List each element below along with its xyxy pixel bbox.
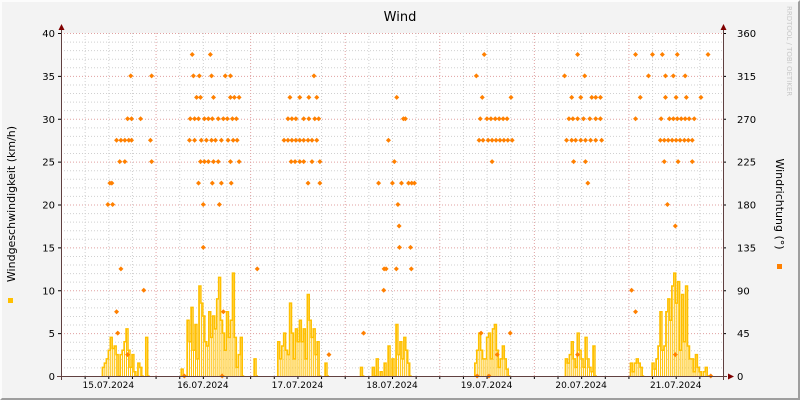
speed-bar: [193, 350, 195, 376]
speed-bar: [494, 324, 496, 376]
speed-bar: [683, 341, 685, 376]
speed-bar: [589, 367, 591, 376]
speed-bar: [488, 333, 490, 376]
speed-bar: [689, 358, 691, 376]
speed-bar: [206, 345, 208, 376]
speed-bar: [661, 350, 663, 376]
speed-bar: [279, 358, 281, 376]
speed-bar: [638, 363, 640, 376]
x-tick-label: 21.07.2024: [650, 381, 702, 391]
speed-bar: [675, 303, 677, 376]
y2-tick-label: 360: [737, 29, 756, 40]
speed-bar: [482, 358, 484, 376]
y-tick-label: 40: [42, 29, 55, 40]
speed-bar: [669, 320, 671, 376]
speed-bar: [222, 333, 224, 376]
x-tick-label: 16.07.2024: [177, 381, 229, 391]
y2-tick-label: 225: [737, 158, 756, 169]
y-tick-label: 0: [49, 372, 55, 383]
speed-bar: [691, 358, 693, 376]
y2-tick-label: 135: [737, 243, 756, 254]
speed-bar: [575, 367, 577, 376]
speed-bar: [583, 367, 585, 376]
speed-bar: [210, 337, 212, 376]
direction-legend-swatch: [777, 264, 782, 269]
speed-bar: [407, 363, 409, 376]
x-tick-label: 20.07.2024: [555, 381, 607, 391]
speed-bar: [228, 337, 230, 376]
speed-bar: [401, 358, 403, 376]
speed-bar: [581, 358, 583, 376]
speed-bar: [200, 303, 202, 376]
speed-bar: [484, 358, 486, 376]
speed-bar: [297, 341, 299, 376]
speed-bar: [654, 369, 656, 376]
speed-bar: [220, 320, 222, 376]
speed-bar: [234, 337, 236, 376]
y2-tick-label: 0: [737, 372, 743, 383]
y-tick-label: 25: [42, 158, 55, 169]
y-tick-label: 15: [42, 243, 55, 254]
y-axis-arrow-icon: [58, 24, 65, 30]
speed-bar: [397, 354, 399, 376]
speed-bar: [112, 348, 114, 376]
y-tick-label: 20: [42, 201, 55, 212]
x-tick-label: 17.07.2024: [272, 381, 324, 391]
speed-bar: [224, 350, 226, 376]
speed-bar: [293, 358, 295, 376]
speed-bar: [196, 358, 198, 376]
speed-bar: [490, 358, 492, 376]
speed-bar: [291, 333, 293, 376]
speed-bar: [506, 369, 508, 376]
speed-bar: [679, 350, 681, 376]
speed-bar: [567, 363, 569, 376]
watermark: RRDTOOL / TOBI OETIKER: [785, 6, 793, 96]
speed-bar: [673, 273, 675, 376]
speed-bar: [236, 367, 238, 376]
y2-axis-arrow-icon: [720, 24, 727, 30]
y-tick-label: 5: [49, 329, 55, 340]
speed-bar: [697, 367, 699, 376]
speed-bar: [480, 350, 482, 376]
speed-bar: [309, 320, 311, 376]
speed-bar: [204, 341, 206, 376]
speed-bar: [287, 354, 289, 376]
speed-bar: [587, 358, 589, 376]
speed-bar: [214, 328, 216, 376]
speed-bar: [315, 354, 317, 376]
speed-bar: [405, 350, 407, 376]
speed-bar: [305, 358, 307, 376]
speed-bar: [139, 367, 141, 376]
y2-tick-label: 180: [737, 201, 756, 212]
y2-tick-label: 45: [737, 329, 750, 340]
speed-bar: [311, 337, 313, 376]
speed-bar: [640, 367, 642, 376]
speed-bar: [285, 350, 287, 376]
y2-tick-label: 270: [737, 115, 756, 126]
y-tick-label: 30: [42, 115, 55, 126]
x-tick-label: 18.07.2024: [366, 381, 418, 391]
y2-tick-label: 90: [737, 286, 750, 297]
y-axis-label: Windgeschwindigkeit (km/h): [5, 126, 18, 282]
y-tick-label: 10: [42, 286, 55, 297]
speed-bar: [189, 341, 191, 376]
speed-bar: [114, 345, 116, 376]
speed-bar: [498, 367, 500, 376]
y-tick-label: 35: [42, 72, 55, 83]
speed-bar: [687, 345, 689, 376]
speed-bar: [202, 315, 204, 376]
wind-chart: Wind Windgeschwindigkeit (km/h) Windrich…: [5, 6, 793, 391]
y2-axis-label: Windrichtung (°): [773, 158, 786, 249]
speed-bar: [116, 354, 118, 376]
speed-bar: [301, 341, 303, 376]
speed-bar: [504, 358, 506, 376]
y2-tick-label: 315: [737, 72, 756, 83]
speed-bar: [573, 358, 575, 376]
x-tick-label: 15.07.2024: [83, 381, 135, 391]
chart-title: Wind: [384, 10, 417, 25]
speed-legend-swatch: [8, 298, 13, 303]
speed-bar: [129, 367, 131, 376]
x-axis-arrow-icon: [728, 373, 734, 380]
x-tick-label: 19.07.2024: [461, 381, 513, 391]
